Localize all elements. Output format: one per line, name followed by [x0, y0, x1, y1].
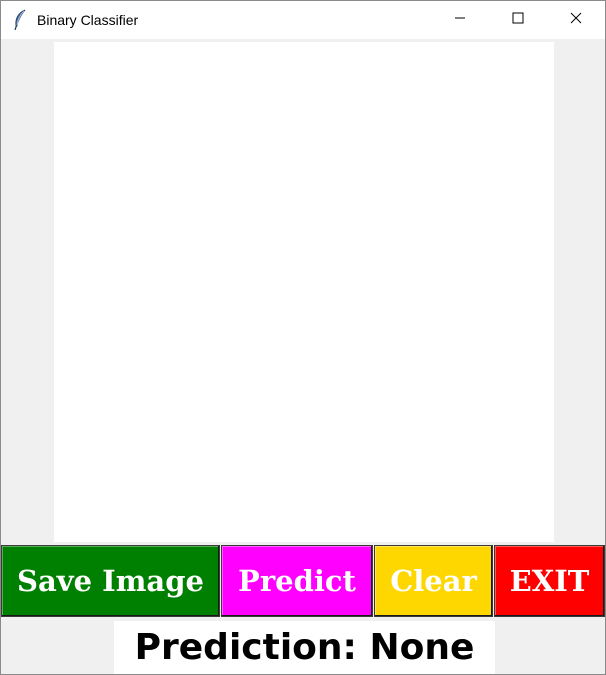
clear-button[interactable]: Clear: [374, 545, 493, 617]
button-row: Save Image Predict Clear EXIT: [1, 545, 605, 619]
window-title: Binary Classifier: [37, 12, 139, 28]
exit-button[interactable]: EXIT: [494, 545, 605, 617]
feather-icon: [12, 9, 28, 31]
title-bar[interactable]: Binary Classifier: [1, 1, 605, 39]
save-image-button[interactable]: Save Image: [1, 545, 220, 617]
drawing-canvas[interactable]: [54, 42, 554, 542]
app-window: Binary Classifier Save Image Predict Cle…: [0, 0, 606, 675]
maximize-icon: [512, 11, 524, 29]
maximize-button[interactable]: [495, 1, 541, 39]
prediction-label: Prediction: None: [114, 621, 495, 674]
close-button[interactable]: [553, 1, 599, 39]
minimize-button[interactable]: [437, 1, 483, 39]
minimize-icon: [454, 11, 466, 29]
close-icon: [570, 11, 582, 29]
predict-button[interactable]: Predict: [221, 545, 373, 617]
